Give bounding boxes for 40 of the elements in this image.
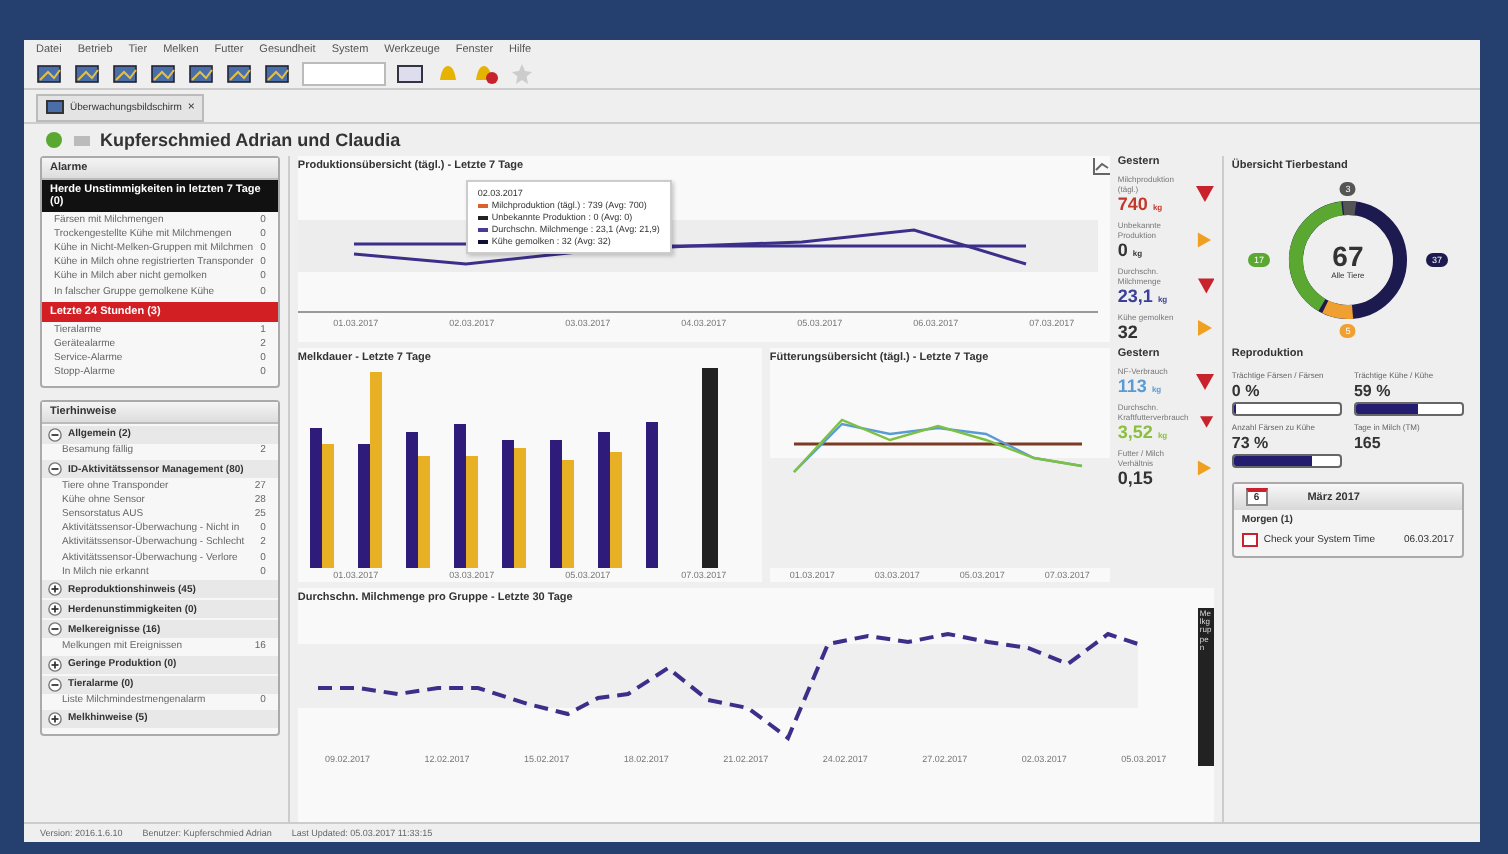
toolbar-icon[interactable] (74, 62, 102, 86)
stat-value: 32 (1117, 322, 1140, 342)
collapse-icon[interactable] (48, 462, 62, 477)
right-arrow-icon (1195, 319, 1214, 335)
herd-donut-chart (1285, 198, 1410, 322)
toolbar-icon[interactable] (226, 62, 254, 86)
toolbar-icon[interactable] (264, 62, 292, 86)
stat-value: 73 % (1231, 434, 1271, 452)
stat-value: 165 (1353, 434, 1383, 452)
down-arrow-icon (1195, 373, 1214, 389)
expand-icon[interactable] (48, 582, 62, 597)
down-arrow-icon (1200, 414, 1214, 430)
stat-value: 0,15 (1117, 468, 1155, 488)
farm-title: Kupferschmied Adrian und Claudia (100, 130, 401, 150)
collapse-icon[interactable] (48, 427, 62, 442)
collapse-icon[interactable] (48, 622, 62, 637)
down-arrow-icon (1197, 278, 1214, 294)
toolbar-icon[interactable] (150, 62, 178, 86)
star-icon[interactable] (510, 62, 534, 86)
collapse-icon[interactable] (48, 677, 62, 692)
expand-icon[interactable] (48, 711, 62, 726)
toolbar-icon[interactable] (396, 62, 424, 86)
refresh-icon[interactable] (44, 130, 64, 150)
expand-icon[interactable] (48, 657, 62, 672)
bell-icon[interactable] (472, 62, 500, 86)
reminder-icon (1241, 532, 1258, 548)
expand-icon[interactable] (48, 602, 62, 617)
chart-icon[interactable] (1091, 157, 1110, 175)
toolbar-icon[interactable] (188, 62, 216, 86)
side-tab[interactable] (701, 368, 718, 568)
toolbar-field[interactable] (302, 62, 386, 86)
right-arrow-icon (1196, 460, 1214, 476)
stat-value: 59 % (1353, 382, 1393, 400)
stat-value: 0 % (1231, 382, 1262, 400)
toolbar-icon[interactable] (36, 62, 64, 86)
down-arrow-icon (1195, 186, 1214, 202)
monitor-icon (46, 100, 64, 116)
toolbar-icon[interactable] (112, 62, 140, 86)
total-count: 67 (1332, 241, 1364, 269)
right-arrow-icon (1196, 232, 1214, 248)
